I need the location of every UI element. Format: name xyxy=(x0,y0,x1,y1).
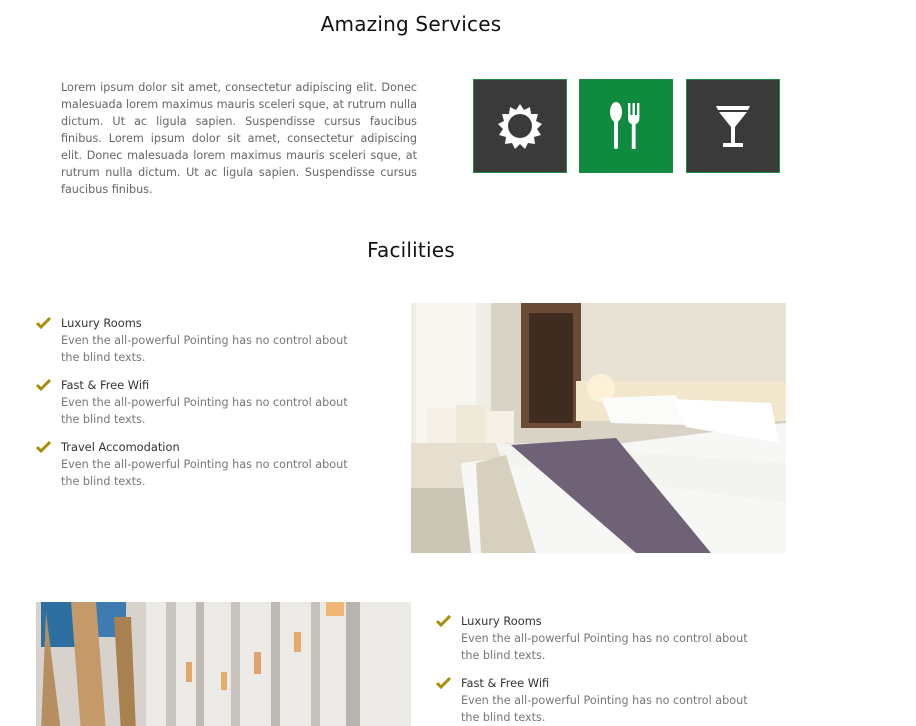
facilities-list-2: Luxury Rooms Even the all-powerful Point… xyxy=(436,613,756,726)
check-icon xyxy=(436,677,451,689)
facility-description: Even the all-powerful Pointing has no co… xyxy=(61,396,348,426)
bedroom-photo xyxy=(411,303,786,553)
facility-description: Even the all-powerful Pointing has no co… xyxy=(461,632,748,662)
check-icon xyxy=(36,317,51,329)
facility-description: Even the all-powerful Pointing has no co… xyxy=(461,694,748,724)
list-item: Luxury Rooms Even the all-powerful Point… xyxy=(436,613,756,664)
check-icon xyxy=(36,379,51,391)
spoon-fork-icon xyxy=(610,102,640,149)
sun-icon xyxy=(498,104,542,149)
check-icon xyxy=(436,615,451,627)
list-item: Luxury Rooms Even the all-powerful Point… xyxy=(36,315,356,366)
lobby-photo xyxy=(36,602,411,726)
check-icon xyxy=(36,441,51,453)
service-tile-restaurant[interactable] xyxy=(579,79,673,173)
facilities-list-1: Luxury Rooms Even the all-powerful Point… xyxy=(36,315,356,501)
facility-title: Luxury Rooms xyxy=(461,614,542,628)
facility-title: Travel Accomodation xyxy=(61,440,180,454)
list-item: Travel Accomodation Even the all-powerfu… xyxy=(36,439,356,490)
list-item: Fast & Free Wifi Even the all-powerful P… xyxy=(36,377,356,428)
service-tile-bar[interactable] xyxy=(686,79,780,173)
facilities-title: Facilities xyxy=(367,238,455,262)
service-tile-sun[interactable] xyxy=(473,79,567,173)
facility-description: Even the all-powerful Pointing has no co… xyxy=(61,458,348,488)
facility-description: Even the all-powerful Pointing has no co… xyxy=(61,334,348,364)
facility-title: Fast & Free Wifi xyxy=(461,676,550,690)
facility-title: Luxury Rooms xyxy=(61,316,142,330)
cocktail-glass-icon xyxy=(716,106,750,147)
facility-title: Fast & Free Wifi xyxy=(61,378,150,392)
services-title: Amazing Services xyxy=(320,12,502,36)
list-item: Fast & Free Wifi Even the all-powerful P… xyxy=(436,675,756,726)
services-description: Lorem ipsum dolor sit amet, consectetur … xyxy=(61,81,417,196)
